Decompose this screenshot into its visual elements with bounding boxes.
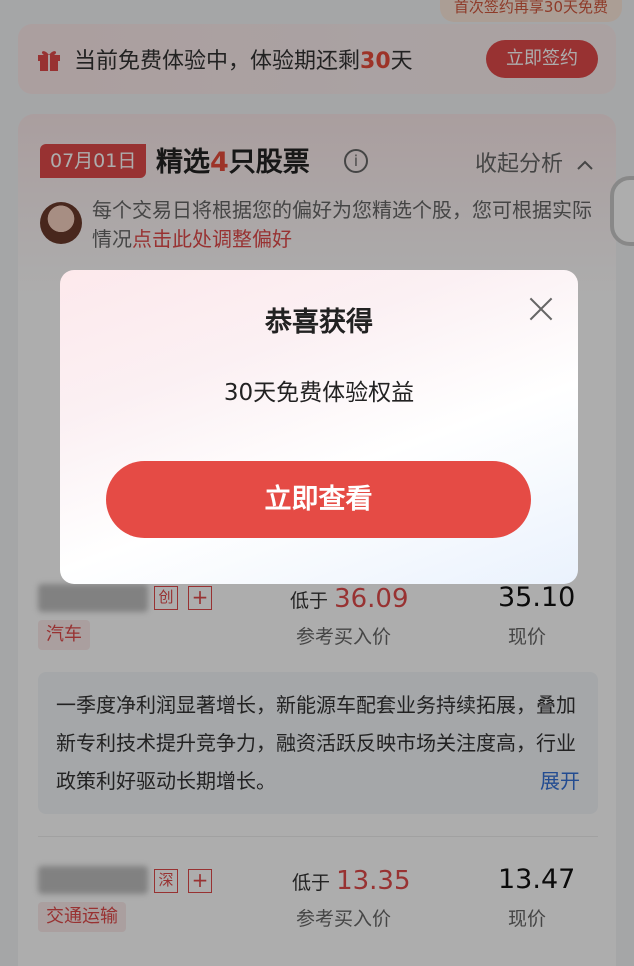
close-icon[interactable] (528, 296, 554, 322)
reward-dialog: 恭喜获得 30天免费体验权益 立即查看 (60, 270, 578, 584)
view-now-button[interactable]: 立即查看 (106, 461, 531, 538)
dialog-subtitle: 30天免费体验权益 (223, 380, 415, 406)
dialog-title: 恭喜获得 (265, 307, 373, 338)
